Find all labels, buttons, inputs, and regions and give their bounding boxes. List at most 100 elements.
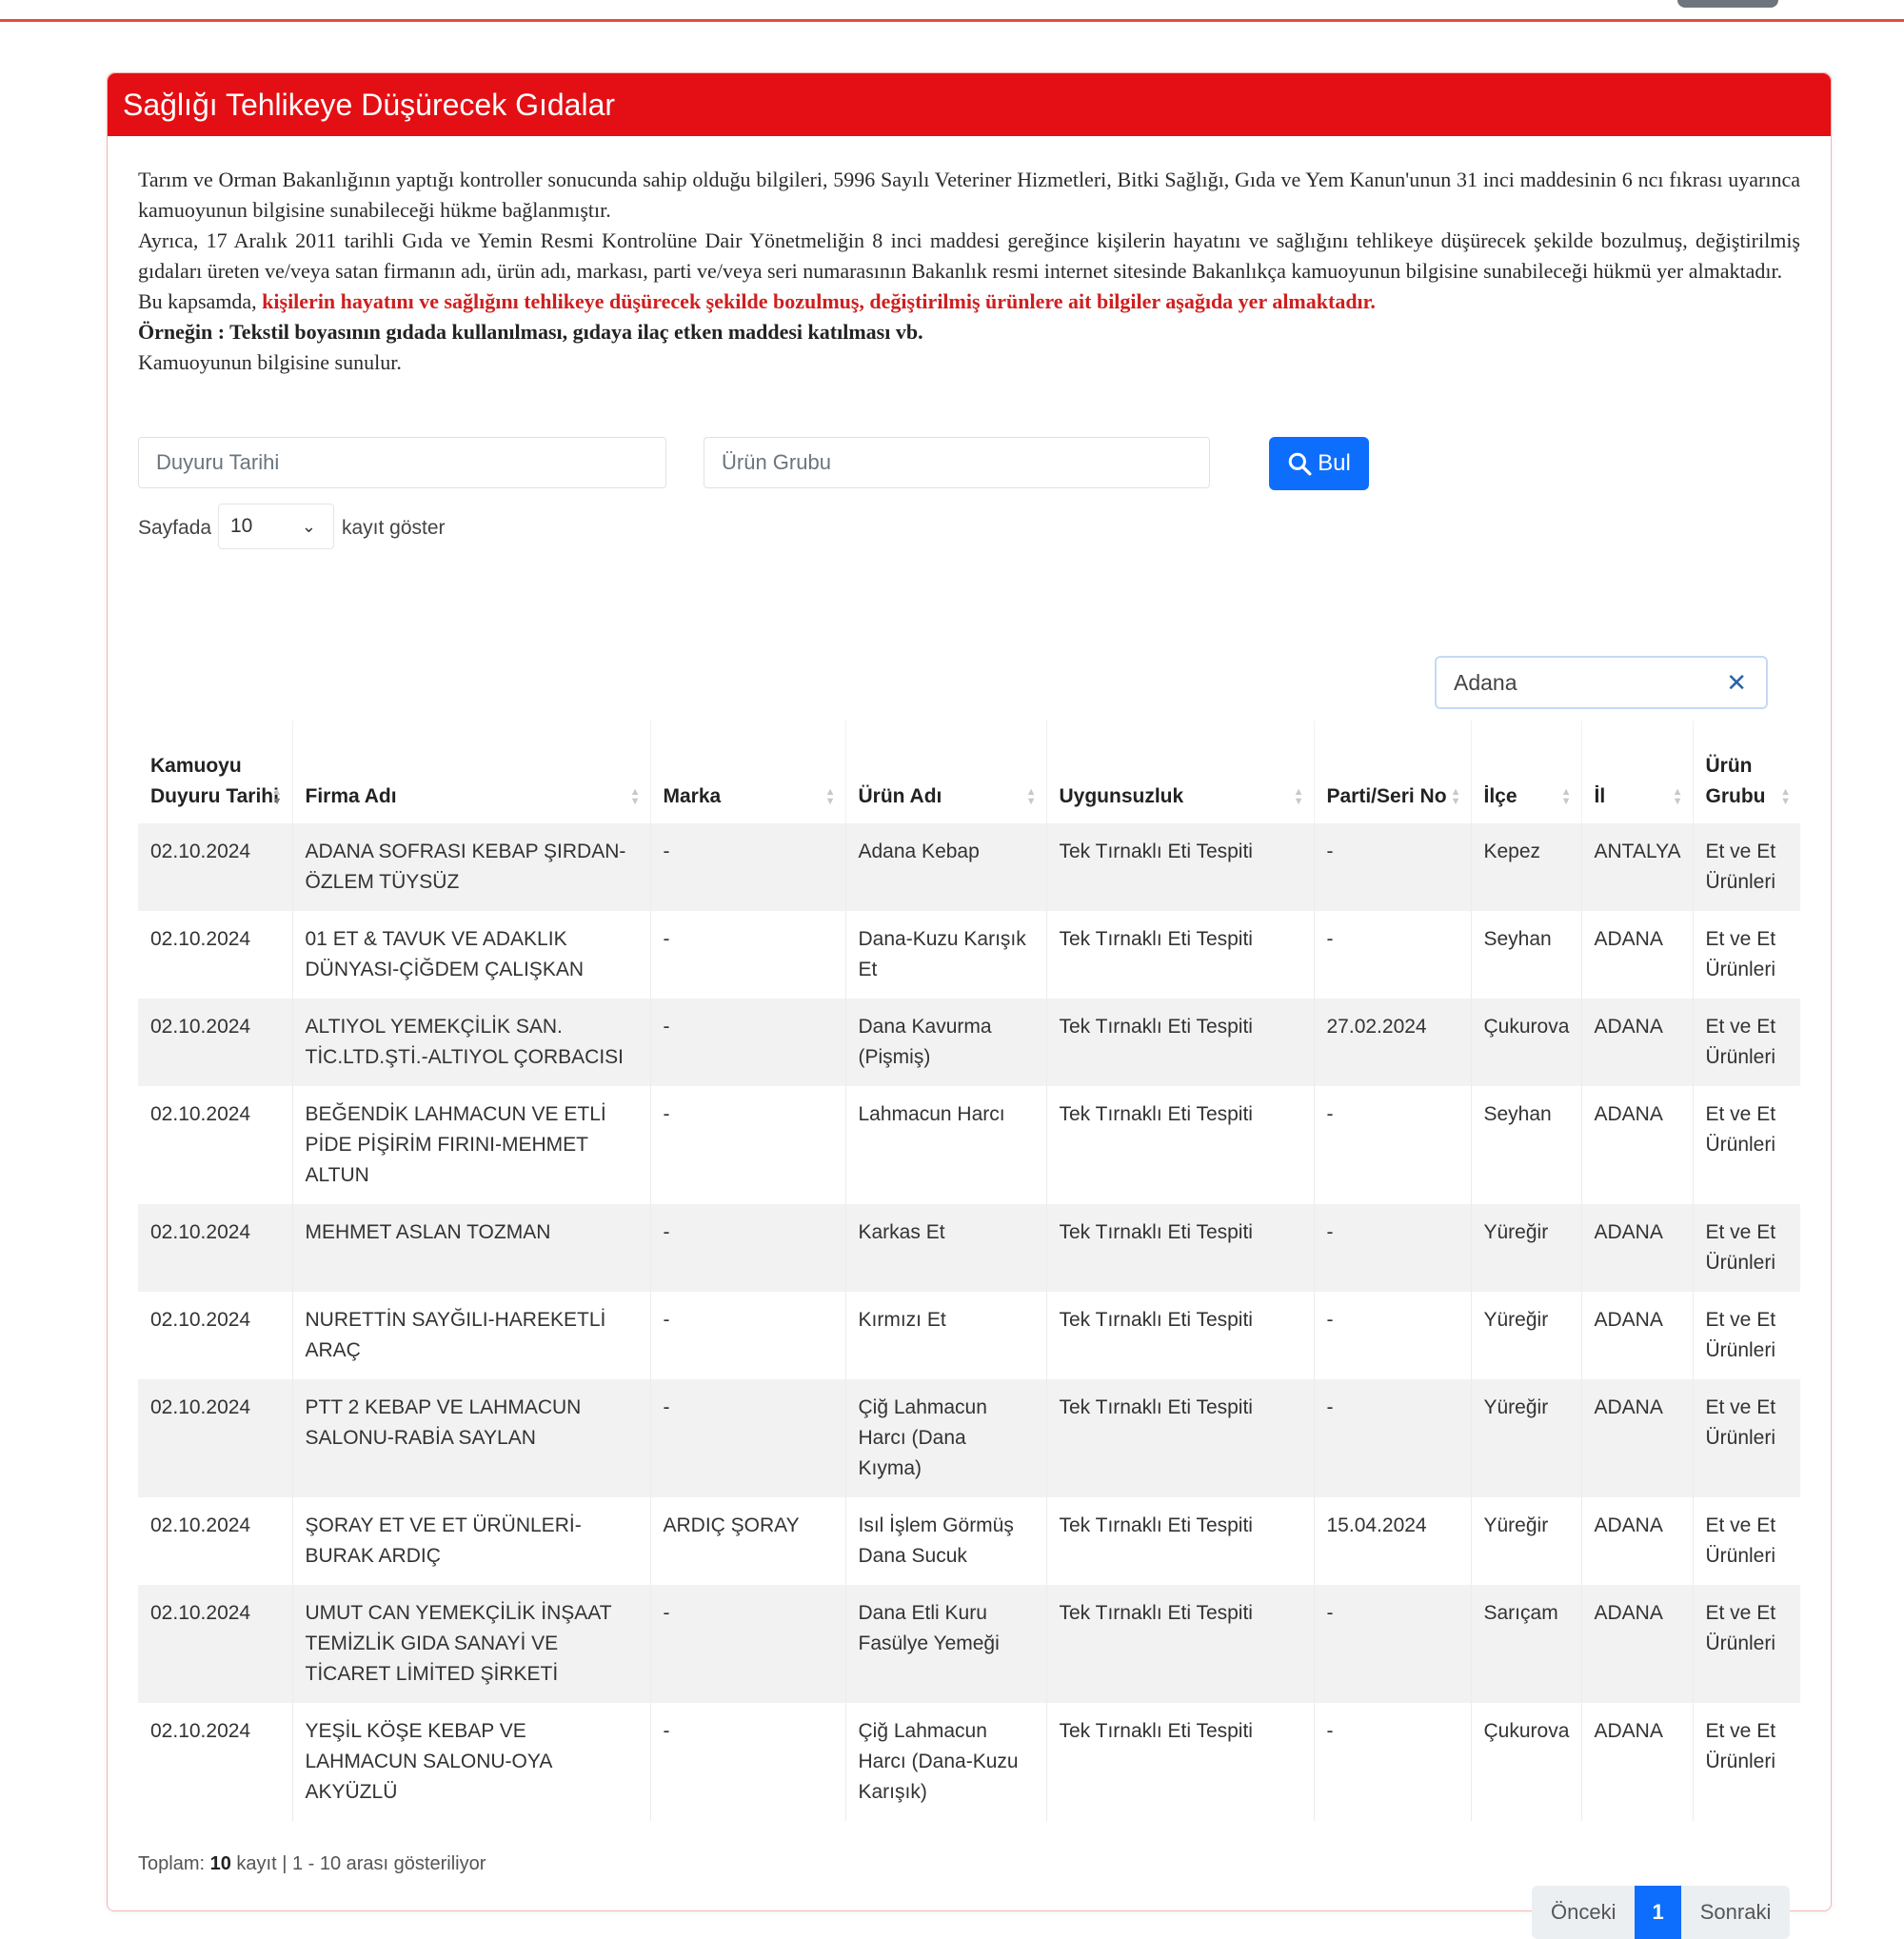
cell-district: Seyhan [1471, 1086, 1582, 1204]
cell-company: MEHMET ASLAN TOZMAN [292, 1204, 651, 1292]
card-body: Tarım ve Orman Bakanlığının yaptığı kont… [108, 165, 1831, 557]
cell-batch: - [1314, 1703, 1472, 1821]
cell-company: NURETTİN SAYĞILI-HAREKETLİ ARAÇ [292, 1292, 651, 1379]
chevron-down-icon: ⌄ [301, 517, 316, 536]
table-row: 02.10.2024 BEĞENDİK LAHMACUN VE ETLİ PİDE… [138, 1086, 1800, 1204]
top-accent-line [0, 19, 1904, 22]
cell-nonconformity: Tek Tırnaklı Eti Tespiti [1046, 911, 1315, 999]
cell-district: Yüreğir [1471, 1204, 1582, 1292]
cell-product: Adana Kebap [845, 823, 1047, 911]
cell-company: BEĞENDİK LAHMACUN VE ETLİ PİDE PİŞİRİM F… [292, 1086, 651, 1204]
find-button[interactable]: Bul [1269, 437, 1369, 490]
intro-p3-prefix: Bu kapsamda, [138, 289, 263, 313]
intro-paragraph-2: Ayrıca, 17 Aralık 2011 tarihli Gıda ve Y… [138, 228, 1800, 283]
search-icon [1288, 452, 1312, 476]
cell-province: ADANA [1581, 911, 1694, 999]
cell-group: Et ve Et Ürünleri [1693, 999, 1800, 1086]
pagination: Önceki 1 Sonraki [1532, 1886, 1791, 1939]
intro-paragraph-3: Bu kapsamda, kişilerin hayatını ve sağlı… [138, 287, 1800, 317]
page-1-button[interactable]: 1 [1635, 1886, 1681, 1939]
cell-batch: - [1314, 1379, 1472, 1497]
cell-batch: - [1314, 911, 1472, 999]
cell-brand: - [650, 823, 846, 911]
cell-date: 02.10.2024 [138, 1585, 293, 1703]
previous-page-button[interactable]: Önceki [1532, 1886, 1636, 1939]
table-row: 02.10.2024 PTT 2 KEBAP VE LAHMACUN SALONU… [138, 1379, 1800, 1497]
close-icon[interactable]: ✕ [1726, 658, 1747, 707]
table-row: 02.10.2024 YEŞİL KÖŞE KEBAP VE LAHMACUN S… [138, 1703, 1800, 1821]
page-length-label-before: Sayfada [138, 517, 212, 539]
cell-nonconformity: Tek Tırnaklı Eti Tespiti [1046, 1703, 1315, 1821]
table-row: 02.10.2024 ŞORAY ET VE ET ÜRÜNLERİ-BURAK … [138, 1497, 1800, 1585]
cell-group: Et ve Et Ürünleri [1705, 1103, 1776, 1156]
cell-district: Seyhan [1471, 911, 1582, 999]
column-header-brand[interactable]: Marka ▲ ▼ [650, 721, 846, 823]
announcement-date-input[interactable]: Duyuru Tarihi [138, 437, 666, 488]
cell-brand: - [650, 911, 846, 999]
intro-highlight: kişilerin hayatını ve sağlığını tehlikey… [262, 289, 1376, 313]
sort-icon: ▲ ▼ [271, 786, 283, 807]
table-row: 02.10.2024 UMUT CAN YEMEKÇİLİK İNŞAAT TEM… [138, 1585, 1800, 1703]
card-title: Sağlığı Tehlikeye Düşürecek Gıdalar [108, 73, 1831, 136]
cell-province: ADANA [1581, 1292, 1694, 1379]
cell-date: 02.10.2024 [138, 1379, 293, 1497]
intro-example: Örneğin : Tekstil boyasının gıdada kulla… [138, 320, 923, 344]
cell-batch: 15.04.2024 [1314, 1497, 1472, 1585]
intro-closing: Kamuoyunun bilgisine sunulur. [138, 350, 402, 374]
cell-product: Çiğ Lahmacun Harcı (Dana Kıyma) [845, 1379, 1047, 1497]
column-header-company[interactable]: Firma Adı ▲ ▼ [292, 721, 651, 823]
find-button-label: Bul [1318, 450, 1351, 476]
table-search-input[interactable]: Adana ✕ [1435, 656, 1768, 709]
page-length-select[interactable]: 10 ⌄ [218, 504, 334, 549]
column-header-date[interactable]: Kamuoyu Duyuru Tarihi ▲ ▼ [138, 721, 293, 823]
column-header-province[interactable]: İl ▲ ▼ [1581, 721, 1694, 823]
cell-product: Çiğ Lahmacun Harcı (Dana-Kuzu Karışık) [845, 1703, 1047, 1821]
column-header-batch[interactable]: Parti/Seri No ▲ ▼ [1314, 721, 1472, 823]
cell-batch: - [1314, 1292, 1472, 1379]
cell-nonconformity: Tek Tırnaklı Eti Tespiti [1046, 1585, 1315, 1703]
table-row: 02.10.2024 ADANA SOFRASI KEBAP ŞIRDAN-ÖZL… [138, 823, 1800, 911]
filter-bar: Duyuru Tarihi Ürün Grubu Bul [138, 437, 1800, 504]
product-group-input[interactable]: Ürün Grubu [704, 437, 1210, 488]
cell-batch: - [1314, 1204, 1472, 1292]
column-header-product[interactable]: Ürün Adı ▲ ▼ [845, 721, 1047, 823]
page-length-control: Sayfada 10 ⌄ kayıt göster [138, 504, 1800, 557]
intro-text: Tarım ve Orman Bakanlığının yaptığı kont… [138, 165, 1800, 378]
cell-brand: - [650, 1379, 846, 1497]
cell-group: Et ve Et Ürünleri [1693, 1379, 1800, 1497]
sort-icon: ▲ ▼ [1672, 786, 1683, 807]
cell-date: 02.10.2024 [138, 1703, 293, 1821]
cell-brand: - [650, 1204, 846, 1292]
cell-product: Dana Kavurma (Pişmiş) [845, 999, 1047, 1086]
cell-nonconformity: Tek Tırnaklı Eti Tespiti [1046, 1292, 1315, 1379]
table-search-value: Adana [1454, 670, 1517, 695]
cell-group: Et ve Et Ürünleri [1693, 823, 1800, 911]
cell-district: Çukurova [1471, 999, 1582, 1086]
cell-province: ADANA [1581, 1497, 1694, 1585]
cell-province: ADANA [1581, 1204, 1694, 1292]
cell-brand: - [650, 999, 846, 1086]
cell-company: ALTIYOL YEMEKÇİLİK SAN. TİC.LTD.ŞTİ.-ALT… [292, 999, 651, 1086]
cell-company: ŞORAY ET VE ET ÜRÜNLERİ-BURAK ARDIÇ [292, 1497, 651, 1585]
cell-date: 02.10.2024 [138, 1292, 293, 1379]
cell-batch: - [1314, 1086, 1472, 1204]
column-header-district[interactable]: İlçe ▲ ▼ [1471, 721, 1582, 823]
sort-icon: ▲ ▼ [1450, 786, 1461, 807]
column-header-nonconformity[interactable]: Uygunsuzluk ▲ ▼ [1046, 721, 1315, 823]
next-page-button[interactable]: Sonraki [1680, 1886, 1791, 1939]
cell-company: 01 ET & TAVUK VE ADAKLIK DÜNYASI-ÇİĞDEM … [292, 911, 651, 999]
table-row: 02.10.2024 NURETTİN SAYĞILI-HAREKETLİ ARA… [138, 1292, 1800, 1379]
cell-province: ADANA [1581, 1379, 1694, 1497]
cell-product: Kırmızı Et [845, 1292, 1047, 1379]
cell-product: Isıl İşlem Görmüş Dana Sucuk [845, 1497, 1047, 1585]
cell-brand: - [650, 1292, 846, 1379]
table-row: 02.10.2024 ALTIYOL YEMEKÇİLİK SAN. TİC.LT… [138, 999, 1800, 1086]
intro-paragraph-1: Tarım ve Orman Bakanlığının yaptığı kont… [138, 168, 1800, 222]
column-header-group[interactable]: Ürün Grubu ▲ ▼ [1693, 721, 1800, 823]
cell-brand: ARDIÇ ŞORAY [650, 1497, 846, 1585]
cell-province: ADANA [1581, 1086, 1694, 1204]
cell-date: 02.10.2024 [138, 1086, 293, 1204]
cell-brand: - [650, 1703, 846, 1821]
cell-group: Et ve Et Ürünleri [1705, 928, 1776, 980]
cell-date: 02.10.2024 [138, 911, 293, 999]
